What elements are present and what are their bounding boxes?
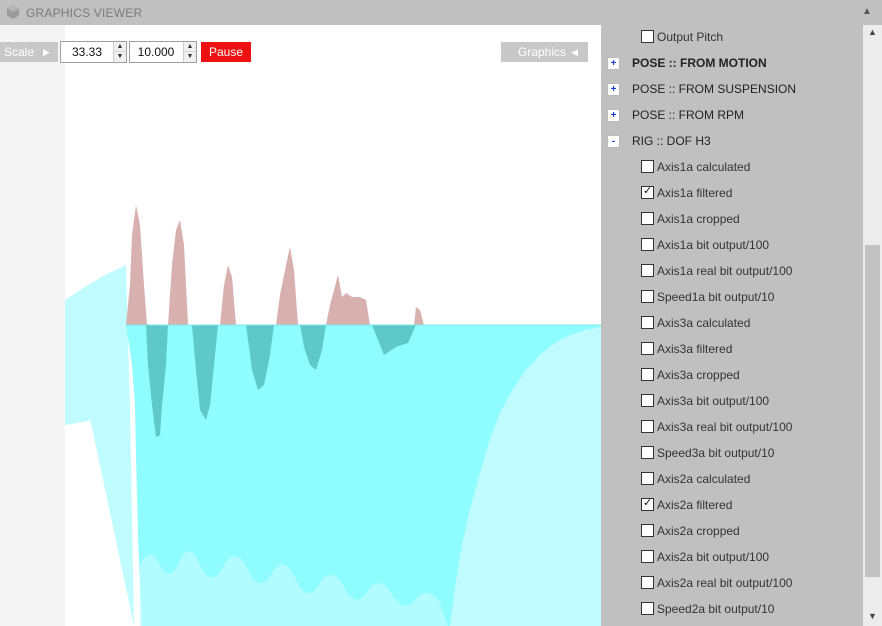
channel-checkbox-row[interactable]: Axis3a filtered	[601, 339, 863, 359]
spin-up-icon[interactable]: ▲	[114, 42, 126, 52]
checkbox-label: Axis1a calculated	[657, 160, 751, 174]
channel-checkbox-row[interactable]: Output Pitch	[601, 27, 863, 47]
graph-area[interactable]: Scale ▶ 33.33 ▲ ▼ 10.000 ▲ ▼ Pause Graph…	[0, 25, 601, 626]
checkbox-label: Axis3a filtered	[657, 342, 733, 356]
group-label: POSE :: FROM SUSPENSION	[632, 82, 797, 96]
checkbox-label: Axis2a cropped	[657, 524, 740, 538]
channel-checkbox-row[interactable]: Axis3a real bit output/100	[601, 417, 863, 437]
collapse-up-icon[interactable]: ▲	[862, 6, 872, 17]
graphics-viewer-window: GRAPHICS VIEWER ▲ Scale ▶ 33.33 ▲ ▼ 10.0…	[0, 0, 882, 626]
envelope-light-left	[65, 265, 128, 425]
checkbox-label: Axis1a bit output/100	[657, 238, 770, 252]
checkbox-label: Axis3a calculated	[657, 316, 751, 330]
channel-checkbox-row[interactable]: Axis1a bit output/100	[601, 235, 863, 255]
group-label: POSE :: FROM RPM	[632, 108, 745, 122]
checkbox[interactable]	[641, 420, 654, 433]
channel-checkbox-row[interactable]: Axis1a calculated	[601, 157, 863, 177]
scroll-down-icon[interactable]: ▼	[863, 609, 882, 624]
secondary-spinner-buttons: ▲ ▼	[183, 42, 196, 62]
channel-checkbox-row[interactable]: Axis1a real bit output/100	[601, 261, 863, 281]
channel-checkbox-row[interactable]: Speed3a bit output/10	[601, 443, 863, 463]
channel-group-row[interactable]: + POSE :: FROM SUSPENSION	[601, 79, 863, 99]
checkbox-label: Axis1a cropped	[657, 212, 740, 226]
checkmark-icon: ✓	[643, 497, 653, 509]
channel-group-row[interactable]: + POSE :: FROM MOTION	[601, 53, 863, 73]
group-label: POSE :: FROM MOTION	[632, 56, 767, 70]
checkbox[interactable]	[641, 394, 654, 407]
checkbox-label: Speed3a bit output/10	[657, 446, 775, 460]
checkbox[interactable]	[641, 524, 654, 537]
signal-plot	[65, 205, 601, 626]
checkbox-label: Axis2a calculated	[657, 472, 751, 486]
checkbox[interactable]	[641, 446, 654, 459]
checkbox-label: Speed1a bit output/10	[657, 290, 775, 304]
channel-list-panel: Output Pitch + POSE :: FROM MOTION + POSE ::…	[601, 25, 863, 626]
spin-down-icon[interactable]: ▼	[114, 52, 126, 62]
checkbox[interactable]	[641, 472, 654, 485]
checkbox-label: Axis3a cropped	[657, 368, 740, 382]
window-title: GRAPHICS VIEWER	[26, 6, 143, 20]
checkbox-label: Axis1a real bit output/100	[657, 264, 793, 278]
channel-checkbox-row[interactable]: Axis2a cropped	[601, 521, 863, 541]
checkbox-label: Axis3a real bit output/100	[657, 420, 793, 434]
expand-plus-icon[interactable]: +	[607, 83, 620, 96]
checkbox-label: Speed2a bit output/10	[657, 602, 775, 616]
checkbox-label: Axis3a bit output/100	[657, 394, 770, 408]
scale-value[interactable]: 33.33	[61, 42, 113, 62]
channel-checkbox-row[interactable]: Axis3a calculated	[601, 313, 863, 333]
checkbox-label: Axis2a bit output/100	[657, 550, 770, 564]
checkbox[interactable]	[641, 342, 654, 355]
checkbox[interactable]	[641, 368, 654, 381]
checkbox[interactable]	[641, 290, 654, 303]
group-label: RIG :: DOF H3	[632, 134, 711, 148]
spin-up-icon[interactable]: ▲	[184, 42, 196, 52]
title-bar: GRAPHICS VIEWER ▲	[0, 0, 882, 25]
pause-button[interactable]: Pause	[201, 42, 251, 62]
channel-checkbox-row[interactable]: Axis2a real bit output/100	[601, 573, 863, 593]
checkbox[interactable]	[641, 316, 654, 329]
channel-checkbox-row[interactable]: Speed1a bit output/10	[601, 287, 863, 307]
channel-group-row[interactable]: - RIG :: DOF H3	[601, 131, 863, 151]
checkbox-label: Axis2a filtered	[657, 498, 733, 512]
checkbox-label: Axis2a real bit output/100	[657, 576, 793, 590]
secondary-spinner[interactable]: 10.000 ▲ ▼	[129, 41, 197, 63]
checkbox-label: Output Pitch	[657, 30, 724, 44]
checkbox[interactable]	[641, 212, 654, 225]
channel-checkbox-row[interactable]: Speed2a bit output/10	[601, 599, 863, 619]
checkbox[interactable]	[641, 238, 654, 251]
scale-expand-icon[interactable]: ▶	[43, 47, 50, 58]
checkbox[interactable]	[641, 602, 654, 615]
checkbox[interactable]	[641, 30, 654, 43]
checkbox[interactable]	[641, 576, 654, 589]
collapse-minus-icon[interactable]: -	[607, 135, 620, 148]
checkbox[interactable]: ✓	[641, 497, 654, 511]
checkbox[interactable]: ✓	[641, 185, 654, 199]
panel-scrollbar[interactable]: ▲ ▼	[863, 25, 882, 626]
scroll-up-icon[interactable]: ▲	[863, 25, 882, 40]
app-icon	[7, 5, 19, 19]
scale-spinner-buttons: ▲ ▼	[113, 42, 126, 62]
expand-plus-icon[interactable]: +	[607, 57, 620, 70]
channel-checkbox-row[interactable]: ✓ Axis2a filtered	[601, 495, 863, 515]
scale-spinner[interactable]: 33.33 ▲ ▼	[60, 41, 127, 63]
spin-down-icon[interactable]: ▼	[184, 52, 196, 62]
channel-checkbox-row[interactable]: Axis3a bit output/100	[601, 391, 863, 411]
checkbox-label: Axis1a filtered	[657, 186, 733, 200]
channel-checkbox-row[interactable]: ✓ Axis1a filtered	[601, 183, 863, 203]
expand-plus-icon[interactable]: +	[607, 109, 620, 122]
channel-checkbox-row[interactable]: Axis1a cropped	[601, 209, 863, 229]
checkbox[interactable]	[641, 264, 654, 277]
graphics-collapse-icon[interactable]: ◀	[571, 47, 578, 58]
positive-area	[126, 205, 424, 325]
channel-checkbox-row[interactable]: Axis3a cropped	[601, 365, 863, 385]
channel-checkbox-row[interactable]: Axis2a bit output/100	[601, 547, 863, 567]
checkmark-icon: ✓	[643, 185, 653, 197]
checkbox[interactable]	[641, 160, 654, 173]
channel-checkbox-row[interactable]: Axis2a calculated	[601, 469, 863, 489]
checkbox[interactable]	[641, 550, 654, 563]
secondary-value[interactable]: 10.000	[130, 42, 182, 62]
scroll-thumb[interactable]	[865, 245, 880, 577]
channel-group-row[interactable]: + POSE :: FROM RPM	[601, 105, 863, 125]
